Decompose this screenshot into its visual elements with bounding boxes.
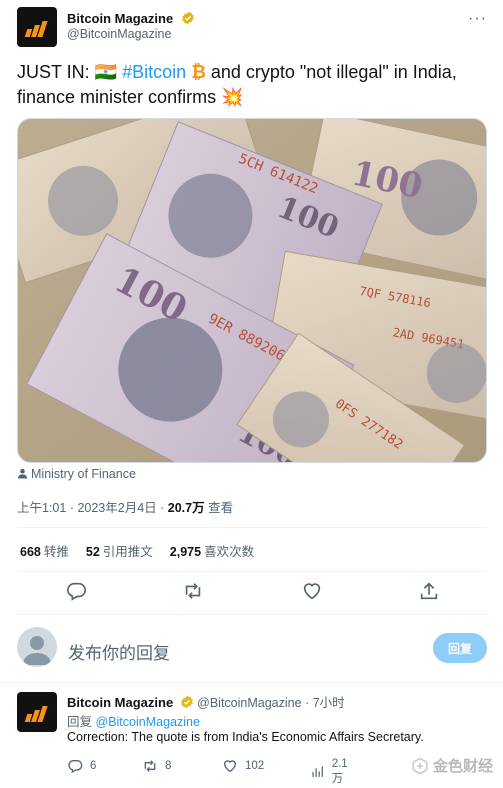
media-source-label: Ministry of Finance (31, 467, 136, 481)
watermark: 金色财经 (411, 755, 493, 776)
retweet-icon (144, 760, 156, 772)
divider (17, 527, 487, 528)
reply-age[interactable]: 7小时 (313, 696, 345, 710)
author-name[interactable]: Bitcoin Magazine (67, 11, 173, 26)
quotes-stat[interactable]: 52 引用推文 (86, 541, 153, 560)
reply-button[interactable]: 回复 (433, 633, 487, 663)
india-flag-emoji: 🇮🇳 (94, 62, 118, 82)
like-heart-icon[interactable] (301, 580, 323, 602)
retweets-label: 转推 (43, 545, 69, 559)
divider (0, 682, 503, 683)
views-chart-icon (312, 766, 323, 777)
author-avatar[interactable] (17, 7, 57, 47)
retweets-count: 668 (20, 545, 41, 559)
jinse-logo-icon (412, 757, 428, 774)
reply-header: Bitcoin Magazine @BitcoinMagazine · 7小时 (67, 695, 345, 710)
tweet-actions (17, 580, 487, 604)
reply-views-action[interactable]: 2.1万 (310, 758, 357, 786)
divider (17, 614, 487, 615)
views-label: 查看 (208, 501, 234, 515)
divider (17, 571, 487, 572)
banknotes-photo: 100 100 5CH 614122 7QF 578116 2AD 969451… (18, 119, 486, 462)
reply-retweets-count: 8 (165, 760, 172, 772)
media-source[interactable]: Ministry of Finance (17, 467, 136, 481)
bitcoin-magazine-logo-icon (23, 704, 51, 722)
reply-views-count: 2.1万 (331, 758, 348, 785)
reply-actions: 6 8 102 2.1万 (67, 758, 357, 785)
reply-like-action[interactable]: 102 (222, 758, 264, 774)
reply-reply-action[interactable]: 6 (67, 758, 96, 774)
likes-label: 喜欢次数 (204, 545, 255, 559)
reply-author-handle[interactable]: @BitcoinMagazine (197, 696, 301, 710)
share-icon[interactable] (418, 580, 440, 602)
bitcoin-emoji: ₿ (191, 62, 206, 82)
views-count: 20.7万 (167, 501, 205, 515)
tweet-timestamp[interactable]: 上午1:01 · 2023年2月4日 · 20.7万 查看 (17, 497, 233, 516)
reply-input[interactable]: 发布你的回复 (68, 639, 170, 664)
likes-count: 2,975 (169, 545, 202, 559)
reply-author-avatar[interactable] (17, 692, 57, 732)
replying-to: 回复 @BitcoinMagazine (67, 711, 200, 730)
reply-replies-count: 6 (90, 760, 97, 772)
more-options-icon[interactable]: ··· (468, 10, 487, 28)
reply-likes-count: 102 (245, 760, 265, 772)
author-name-row: Bitcoin Magazine (67, 10, 195, 28)
tweet-image[interactable]: 100 100 5CH 614122 7QF 578116 2AD 969451… (17, 118, 487, 463)
hashtag-link[interactable]: #Bitcoin (122, 62, 186, 82)
reply-icon[interactable] (65, 580, 87, 602)
verified-badge-icon (180, 695, 193, 709)
quotes-count: 52 (85, 545, 100, 559)
tweet-date: 2023年2月4日 (77, 501, 157, 515)
quotes-label: 引用推文 (102, 545, 153, 559)
reply-composer: 发布你的回复 回复 (0, 620, 503, 680)
replying-to-label: 回复 (67, 715, 93, 729)
engagement-stats: 668 转推 52 引用推文 2,975 喜欢次数 (20, 541, 254, 560)
tweet-text: JUST IN: 🇮🇳 #Bitcoin ₿ and crypto "not i… (17, 60, 487, 110)
reply-tweet[interactable]: Bitcoin Magazine @BitcoinMagazine · 7小时 … (0, 688, 503, 788)
replying-to-handle[interactable]: @BitcoinMagazine (96, 715, 200, 729)
user-avatar[interactable] (17, 627, 57, 667)
default-avatar-icon (23, 636, 51, 665)
bitcoin-magazine-logo-icon (23, 19, 51, 37)
person-icon (17, 468, 28, 479)
reply-author-name[interactable]: Bitcoin Magazine (67, 695, 173, 710)
reply-text: Correction: The quote is from India's Ec… (67, 730, 424, 744)
retweets-stat[interactable]: 668 转推 (20, 541, 69, 560)
watermark-text: 金色财经 (432, 758, 493, 775)
author-handle[interactable]: @BitcoinMagazine (67, 27, 171, 41)
collision-emoji: 💥 (221, 87, 244, 107)
retweet-icon[interactable] (182, 580, 204, 602)
reply-icon (68, 760, 83, 774)
verified-badge-icon (181, 11, 194, 25)
tweet-time: 上午1:01 (17, 501, 67, 515)
like-heart-icon (223, 760, 237, 773)
reply-retweet-action[interactable]: 8 (142, 758, 171, 774)
likes-stat[interactable]: 2,975 喜欢次数 (170, 541, 254, 560)
tweet-text-intro: JUST IN: (17, 62, 95, 82)
